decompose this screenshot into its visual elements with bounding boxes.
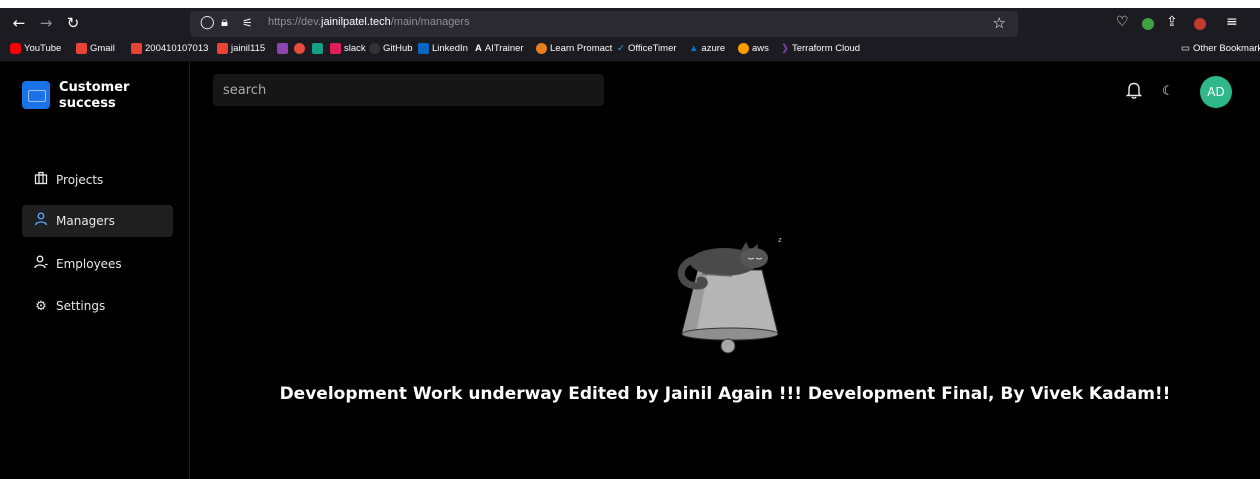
bookmarks-toolbar: YouTube Gmail 200410107013 jainil115 sla… (0, 40, 1260, 62)
bookmark-github[interactable]: GitHub (369, 43, 413, 54)
gmail-icon (76, 43, 87, 54)
browser-navbar: ← → ↻ ◯ 🔒︎ ⚟ https://dev.jainilpatel.tec… (0, 8, 1260, 40)
development-message: Development Work underway Edited by Jain… (279, 384, 1171, 404)
checkmark-icon: ✓ (617, 43, 625, 54)
app-root: Customer success Projects Managers Emplo… (0, 62, 1260, 479)
bookmark-twitch[interactable] (277, 43, 288, 54)
sidebar-item-label: Employees (56, 257, 122, 271)
sidebar-item-settings[interactable]: ⚙ Settings (22, 290, 173, 322)
terraform-icon: ❯ (781, 43, 789, 54)
svg-text:z: z (778, 236, 782, 244)
gmail-icon (217, 43, 228, 54)
search-input[interactable] (213, 74, 604, 106)
other-bookmarks[interactable]: ▭ Other Bookmarks (1181, 43, 1260, 54)
chatgpt-icon (312, 43, 323, 54)
promact-icon (536, 43, 547, 54)
bookmark-200410107013[interactable]: 200410107013 (131, 43, 208, 54)
brand-title[interactable]: Customer success (59, 80, 169, 112)
bookmark-terraform[interactable]: ❯ Terraform Cloud (781, 43, 860, 54)
gear-icon: ⚙ (35, 298, 47, 314)
folder-icon: ▭ (1181, 43, 1190, 54)
sidebar-item-employees[interactable]: Employees (22, 248, 173, 280)
logo-icon[interactable] (22, 81, 50, 109)
gmail-icon (131, 43, 142, 54)
bookmark-chatgpt[interactable] (312, 43, 323, 54)
sidebar-item-projects[interactable]: Projects (22, 164, 173, 196)
url-text[interactable]: https://dev.jainilpatel.tech/main/manage… (268, 16, 470, 28)
bell-icon[interactable] (1125, 81, 1143, 103)
aitrainer-icon: A (475, 43, 482, 54)
sidebar-item-label: Settings (56, 299, 106, 313)
github-icon (369, 43, 380, 54)
permissions-icon[interactable]: ⚟ (242, 16, 253, 30)
user-plus-icon (30, 255, 52, 273)
record-icon (294, 43, 305, 54)
bookmark-star-icon[interactable]: ☆ (993, 14, 1006, 32)
avatar[interactable]: AD (1200, 76, 1232, 108)
azure-icon: ▲ (689, 43, 699, 54)
menu-icon[interactable]: ≡ (1226, 14, 1238, 30)
bookmark-officetimer[interactable]: ✓ OfficeTimer (617, 43, 677, 54)
extension-icon[interactable] (1142, 18, 1154, 30)
bookmark-azure[interactable]: ▲ azure (689, 43, 725, 54)
reload-icon[interactable]: ↻ (60, 14, 86, 32)
bookmark-aitrainer[interactable]: A AITrainer (475, 43, 524, 54)
slack-icon (330, 43, 341, 54)
address-bar[interactable]: ◯ 🔒︎ ⚟ https://dev.jainilpatel.tech/main… (190, 11, 1018, 37)
bookmark-slack[interactable]: slack (330, 43, 366, 54)
shield-icon[interactable]: ◯ (200, 15, 215, 30)
twitch-icon (277, 43, 288, 54)
sleeping-cat-bell-illustration: z (678, 236, 782, 354)
sidebar-item-label: Managers (56, 214, 115, 228)
forward-arrow-icon[interactable]: → (33, 14, 59, 32)
lock-icon[interactable]: 🔒︎ (221, 15, 228, 30)
sidebar-item-label: Projects (56, 173, 104, 187)
sidebar-item-managers[interactable]: Managers (22, 205, 173, 237)
bookmark-gmail[interactable]: Gmail (76, 43, 115, 54)
user-icon (30, 212, 52, 230)
youtube-icon (10, 43, 21, 54)
linkedin-icon (418, 43, 429, 54)
aws-icon (738, 43, 749, 54)
pocket-icon[interactable]: ♡ (1116, 14, 1129, 30)
ublock-icon[interactable] (1194, 18, 1206, 30)
window-title-strip (0, 0, 1260, 8)
bookmark-aws[interactable]: aws (738, 43, 769, 54)
bookmark-learn-promact[interactable]: Learn Promact (536, 43, 612, 54)
sidebar: Customer success Projects Managers Emplo… (0, 62, 190, 479)
moon-icon[interactable]: ☾ (1162, 84, 1174, 99)
bookmark-jainil115[interactable]: jainil115 (217, 43, 265, 54)
share-icon[interactable]: ⇪ (1166, 14, 1178, 30)
briefcase-icon (30, 171, 52, 189)
bookmark-youtube[interactable]: YouTube (10, 43, 61, 54)
bookmark-linkedin[interactable]: LinkedIn (418, 43, 468, 54)
back-arrow-icon[interactable]: ← (6, 14, 32, 32)
bookmark-red[interactable] (294, 43, 305, 54)
